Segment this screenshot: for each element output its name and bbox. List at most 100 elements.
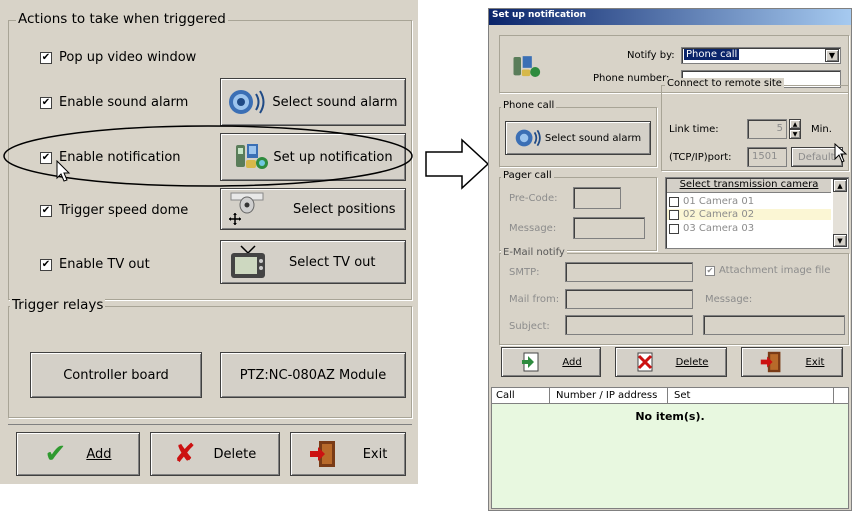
pre-code-label: Pre-Code:: [509, 193, 558, 204]
link-time-spin-up[interactable]: ▲: [789, 119, 801, 129]
option-pop-up-video[interactable]: ✔ Pop up video window: [40, 50, 196, 65]
attachment-checkbox[interactable]: ✔: [705, 265, 715, 276]
delete-record-icon: [637, 352, 653, 372]
setup-notification-dialog: Set up notification Notify by: Phone cal…: [488, 8, 852, 511]
sound-alarm-label: Enable sound alarm: [59, 95, 189, 110]
link-time-input[interactable]: 5: [747, 119, 787, 139]
scroll-down-icon: ▼: [837, 236, 843, 245]
tv-out-checkbox[interactable]: ✔: [40, 258, 52, 271]
table-empty-message: No item(s).: [635, 410, 705, 423]
camera-item-3[interactable]: 03 Camera 03: [669, 223, 754, 234]
select-tv-out-button[interactable]: Select TV out: [220, 240, 406, 284]
camera-1-checkbox[interactable]: [669, 196, 679, 207]
email-notify-group-label: E-Mail notify: [501, 247, 567, 258]
dialog-delete-label: Delete: [675, 356, 709, 368]
phone-number-label: Phone number:: [593, 73, 670, 84]
smtp-label: SMTP:: [509, 267, 540, 278]
highlight-ellipse: [3, 125, 413, 187]
pager-call-group-label: Pager call: [501, 170, 554, 181]
dialog-select-sound-alarm-button[interactable]: Select sound alarm: [505, 121, 651, 155]
scroll-up-icon: ▲: [837, 181, 843, 190]
port-label: (TCP/IP)port:: [669, 152, 732, 163]
speed-dome-checkbox[interactable]: ✔: [40, 204, 52, 217]
camera-2-checkbox[interactable]: [669, 209, 679, 220]
speed-dome-label: Trigger speed dome: [59, 203, 189, 218]
controller-board-button[interactable]: Controller board: [30, 352, 202, 398]
camera-list-header: Select transmission camera: [667, 179, 831, 193]
dialog-select-sound-alarm-label: Select sound alarm: [544, 132, 642, 144]
ptz-module-label: PTZ:NC-080AZ Module: [239, 367, 387, 383]
camera-list[interactable]: Select transmission camera 01 Camera 01 …: [665, 177, 849, 249]
select-positions-label: Select positions: [293, 201, 396, 217]
link-time-spin-down[interactable]: ▼: [789, 129, 801, 139]
speaker-icon: [515, 129, 541, 147]
scroll-up-button[interactable]: ▲: [833, 179, 847, 192]
delete-button[interactable]: ✘ Delete: [150, 432, 280, 476]
subject-label: Subject:: [509, 321, 550, 332]
delete-label: Delete: [213, 446, 257, 462]
camera-item-2[interactable]: 02 Camera 02: [667, 209, 831, 220]
camera-3-checkbox[interactable]: [669, 223, 679, 234]
option-sound-alarm[interactable]: ✔ Enable sound alarm: [40, 95, 188, 110]
camera-item-1[interactable]: 01 Camera 01: [669, 196, 754, 207]
table-header-number[interactable]: Number / IP address: [550, 388, 668, 404]
pager-message-input[interactable]: [573, 217, 645, 239]
camera-list-scrollbar[interactable]: ▲ ▼: [833, 179, 847, 247]
option-tv-out[interactable]: ✔ Enable TV out: [40, 257, 150, 272]
trigger-relays-label: Trigger relays: [10, 297, 106, 313]
pop-up-video-checkbox[interactable]: ✔: [40, 51, 52, 64]
dialog-exit-button[interactable]: Exit: [741, 347, 843, 377]
port-value: 1501: [752, 151, 778, 162]
dialog-mouse-cursor-icon: [834, 143, 848, 163]
exit-button[interactable]: Exit: [290, 432, 406, 476]
tv-icon: [231, 245, 265, 278]
smtp-input[interactable]: [565, 262, 693, 282]
dialog-add-label: Add: [562, 356, 582, 368]
exit-door-icon: [309, 441, 335, 467]
controller-board-label: Controller board: [63, 367, 169, 383]
spin-down-icon: ▼: [792, 130, 798, 138]
select-tv-out-label: Select TV out: [289, 254, 376, 270]
dialog-delete-button[interactable]: Delete: [615, 347, 727, 377]
exit-label: Exit: [362, 446, 388, 462]
select-sound-alarm-label: Select sound alarm: [272, 94, 398, 110]
table-header-call[interactable]: Call: [492, 388, 550, 404]
camera-2-label: 02 Camera 02: [683, 209, 755, 220]
checkmark-icon: ✔: [44, 439, 67, 469]
pre-code-input[interactable]: [573, 187, 621, 209]
dialog-title: Set up notification: [492, 10, 587, 20]
notify-by-dropdown-button[interactable]: ▼: [825, 49, 839, 62]
attachment-label: Attachment image file: [719, 265, 831, 276]
camera-1-label: 01 Camera 01: [683, 196, 755, 207]
notify-by-select[interactable]: Phone call ▼: [681, 47, 841, 64]
add-button[interactable]: ✔ Add: [16, 432, 140, 476]
attachment-option[interactable]: ✔ Attachment image file: [705, 265, 830, 276]
mail-from-label: Mail from:: [509, 294, 560, 305]
email-message-label: Message:: [705, 294, 753, 305]
notify-by-value: Phone call: [684, 49, 740, 60]
trigger-actions-panel: Actions to take when triggered ✔ Pop up …: [0, 0, 418, 484]
add-record-icon: [522, 352, 539, 372]
tv-out-label: Enable TV out: [59, 257, 150, 272]
spin-up-icon: ▲: [792, 120, 798, 128]
camera-3-label: 03 Camera 03: [683, 223, 755, 234]
table-header-set[interactable]: Set: [668, 388, 834, 404]
remote-site-group-label: Connect to remote site: [665, 78, 784, 89]
ptz-module-button[interactable]: PTZ:NC-080AZ Module: [220, 352, 406, 398]
scroll-down-button[interactable]: ▼: [833, 234, 847, 247]
exit-door-icon: [760, 351, 780, 373]
sound-alarm-checkbox[interactable]: ✔: [40, 96, 52, 109]
port-input[interactable]: 1501: [747, 147, 787, 167]
notification-table[interactable]: Call Number / IP address Set No item(s).: [491, 387, 849, 509]
link-time-unit: Min.: [811, 124, 832, 135]
dialog-add-button[interactable]: Add: [501, 347, 601, 377]
pager-message-label: Message:: [509, 223, 557, 234]
option-speed-dome[interactable]: ✔ Trigger speed dome: [40, 203, 188, 218]
subject-input[interactable]: [565, 315, 693, 335]
chevron-down-icon: ▼: [828, 51, 836, 60]
email-message-input[interactable]: [703, 315, 845, 335]
speaker-icon: [229, 90, 265, 114]
mail-from-input[interactable]: [565, 289, 693, 309]
notify-phone-network-icon: [513, 56, 541, 77]
pop-up-video-label: Pop up video window: [59, 50, 197, 65]
